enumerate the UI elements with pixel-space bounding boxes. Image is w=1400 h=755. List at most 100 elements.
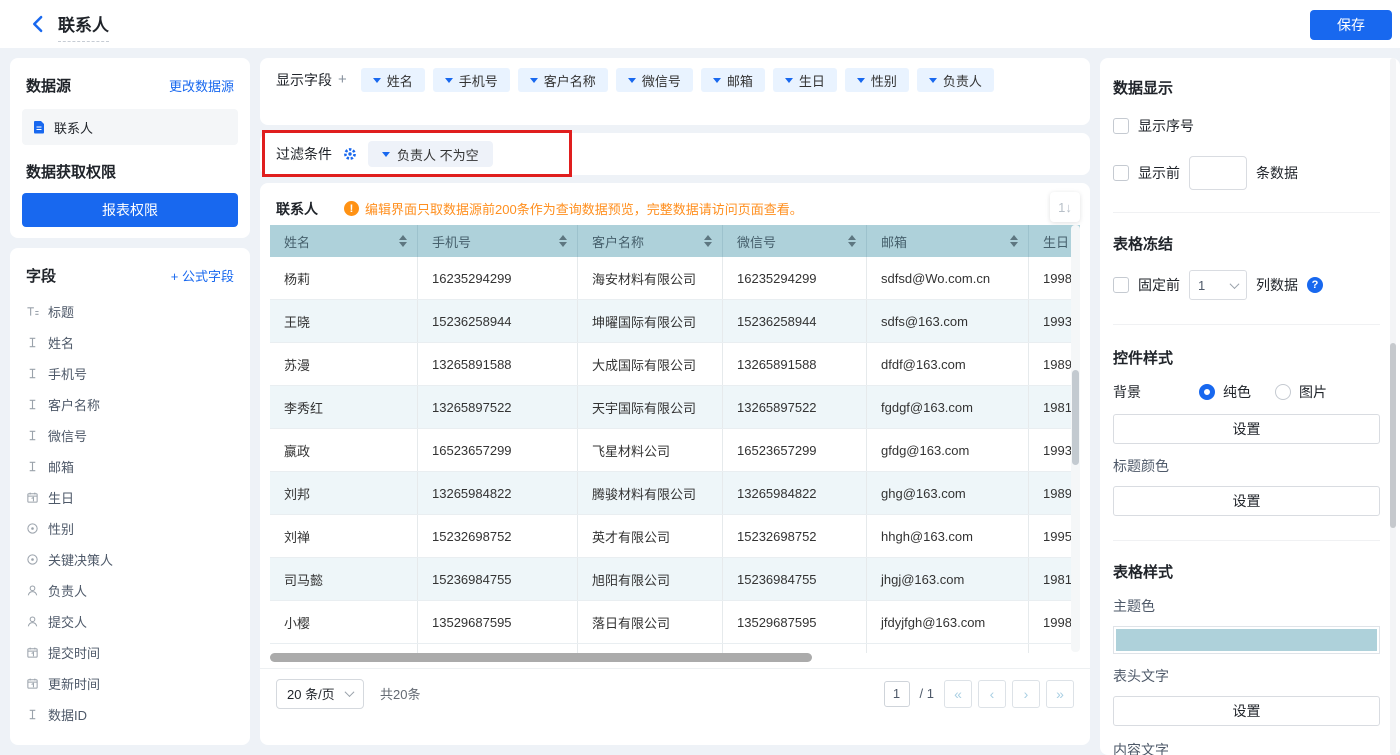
cell: 苏漫 [270, 343, 418, 385]
sort-arrows-icon[interactable] [399, 235, 407, 247]
field-item-phone[interactable]: 手机号 [26, 358, 234, 389]
data-table: 姓名 手机号 客户名称 微信号 邮箱 生日 杨莉 16235294299 海安材料有… [270, 225, 1080, 661]
freeze-columns-select[interactable]: 1 [1189, 270, 1247, 300]
datasource-item[interactable]: 联系人 [22, 109, 238, 145]
title-color-set-button[interactable]: 设置 [1113, 486, 1380, 516]
table-row[interactable]: 小樱 13529687595 落日有限公司 13529687595 jfdyjfgh@1… [270, 601, 1080, 644]
field-label: 手机号 [48, 367, 88, 382]
sort-order-icon[interactable]: 1↓ [1050, 192, 1080, 222]
background-row: 背景 纯色 图片 [1113, 382, 1380, 402]
cell: 13265891588 [418, 343, 578, 385]
back-icon[interactable] [28, 14, 48, 34]
column-header-customer[interactable]: 客户名称 [578, 225, 723, 257]
panel-scrollbar[interactable] [1390, 58, 1396, 755]
cell: 刘邦 [270, 472, 418, 514]
save-button[interactable]: 保存 [1310, 10, 1392, 40]
cell: 15236258944 [723, 300, 867, 342]
date-field-icon [27, 678, 38, 689]
field-tag-birthday[interactable]: 生日 [772, 68, 837, 92]
table-row[interactable]: 刘禅 15232698752 英才有限公司 15232698752 hhgh@163.c… [270, 515, 1080, 558]
column-header-name[interactable]: 姓名 [270, 225, 418, 257]
filter-condition-tag[interactable]: 负责人 不为空 [368, 141, 493, 167]
header-text-set-button[interactable]: 设置 [1113, 696, 1380, 726]
table-row[interactable]: 苏漫 13265891588 大成国际有限公司 13265891588 dfdf@163… [270, 343, 1080, 386]
field-tag-email[interactable]: 邮箱 [700, 68, 765, 92]
row-limit-input[interactable] [1189, 156, 1247, 190]
column-header-email[interactable]: 邮箱 [867, 225, 1029, 257]
field-item-submitter[interactable]: 提交人 [26, 606, 234, 637]
chevron-down-icon [928, 77, 937, 83]
change-datasource-link[interactable]: 更改数据源 [169, 76, 234, 95]
next-page-button[interactable]: › [1012, 679, 1040, 708]
background-set-button[interactable]: 设置 [1113, 414, 1380, 444]
field-item-name[interactable]: 姓名 [26, 327, 234, 358]
table-row[interactable]: 刘邦 13265984822 腾骏材料有限公司 13265984822 ghg@163.… [270, 472, 1080, 515]
first-page-button[interactable]: « [944, 679, 972, 708]
cell: 坤曜国际有限公司 [578, 300, 723, 342]
last-page-button[interactable]: » [1046, 679, 1074, 708]
table-style-heading: 表格样式 [1113, 564, 1174, 581]
field-tag-wechat[interactable]: 微信号 [615, 68, 693, 92]
title-field-icon [27, 307, 39, 316]
show-index-checkbox[interactable] [1113, 118, 1129, 134]
sort-arrows-icon[interactable] [848, 235, 856, 247]
field-tag-owner[interactable]: 负责人 [916, 68, 994, 92]
add-display-field-button[interactable]: + [338, 68, 347, 115]
field-item-customer[interactable]: 客户名称 [26, 389, 234, 420]
cell: 大成国际有限公司 [578, 343, 723, 385]
field-item-decision-maker[interactable]: 关键决策人 [26, 544, 234, 575]
image-radio[interactable] [1275, 384, 1291, 400]
sort-arrows-icon[interactable] [1010, 235, 1018, 247]
cell: 落日有限公司 [578, 601, 723, 643]
fix-first-label: 固定前 [1138, 277, 1180, 293]
sort-arrows-icon[interactable] [559, 235, 567, 247]
cell: 15232698752 [723, 515, 867, 557]
field-tag-customer[interactable]: 客户名称 [517, 68, 608, 92]
field-item-title[interactable]: 标题 [26, 296, 234, 327]
table-row[interactable]: 李秀红 13265897522 天宇国际有限公司 13265897522 fgdgf@1… [270, 386, 1080, 429]
horizontal-scrollbar-thumb[interactable] [270, 653, 812, 662]
horizontal-scrollbar[interactable] [270, 653, 1080, 662]
field-label: 更新时间 [48, 677, 101, 692]
field-item-birthday[interactable]: 生日 [26, 482, 234, 513]
page-size-select[interactable]: 20 条/页 [276, 678, 364, 709]
table-row[interactable]: 嬴政 16523657299 飞星材料公司 16523657299 gfdg@163.c… [270, 429, 1080, 472]
tag-label: 客户名称 [543, 73, 596, 89]
cell: 英才有限公司 [578, 515, 723, 557]
column-header-phone[interactable]: 手机号 [418, 225, 578, 257]
field-item-data-id[interactable]: 数据ID [26, 699, 234, 730]
cell: 13529687595 [723, 601, 867, 643]
vertical-scrollbar-thumb[interactable] [1072, 370, 1079, 465]
gear-icon[interactable] [342, 146, 358, 162]
panel-scrollbar-thumb[interactable] [1390, 343, 1396, 528]
help-icon[interactable]: ? [1307, 277, 1323, 293]
add-formula-field-link[interactable]: + 公式字段 [171, 266, 234, 285]
field-item-gender[interactable]: 性别 [26, 513, 234, 544]
cell: 15232698752 [418, 515, 578, 557]
table-row[interactable]: 司马懿 15236984755 旭阳有限公司 15236984755 jhgj@163.… [270, 558, 1080, 601]
field-tag-name[interactable]: 姓名 [360, 68, 425, 92]
column-label: 微信号 [737, 234, 777, 250]
vertical-scrollbar[interactable] [1071, 225, 1080, 652]
cell: gfdg@163.com [867, 429, 1029, 471]
report-permission-button[interactable]: 报表权限 [22, 193, 238, 227]
theme-color-swatch[interactable] [1113, 626, 1380, 654]
table-preview-card: 联系人 ! 编辑界面只取数据源前200条作为查询数据预览，完整数据请访问页面查看… [260, 183, 1090, 745]
text-field-icon [29, 430, 36, 441]
field-item-wechat[interactable]: 微信号 [26, 420, 234, 451]
field-item-email[interactable]: 邮箱 [26, 451, 234, 482]
table-row[interactable]: 杨莉 16235294299 海安材料有限公司 16235294299 sdfsd@Wo… [270, 257, 1080, 300]
show-first-checkbox[interactable] [1113, 165, 1129, 181]
field-item-submit-time[interactable]: 提交时间 [26, 637, 234, 668]
field-tag-phone[interactable]: 手机号 [432, 68, 510, 92]
table-row[interactable]: 王晓 15236258944 坤曜国际有限公司 15236258944 sdfs@163… [270, 300, 1080, 343]
prev-page-button[interactable]: ‹ [978, 679, 1006, 708]
field-item-owner[interactable]: 负责人 [26, 575, 234, 606]
sort-arrows-icon[interactable] [704, 235, 712, 247]
solid-color-radio[interactable] [1199, 384, 1215, 400]
column-header-wechat[interactable]: 微信号 [723, 225, 867, 257]
field-item-update-time[interactable]: 更新时间 [26, 668, 234, 699]
current-page-input[interactable]: 1 [883, 680, 910, 707]
field-tag-gender[interactable]: 性别 [844, 68, 909, 92]
freeze-checkbox[interactable] [1113, 277, 1129, 293]
